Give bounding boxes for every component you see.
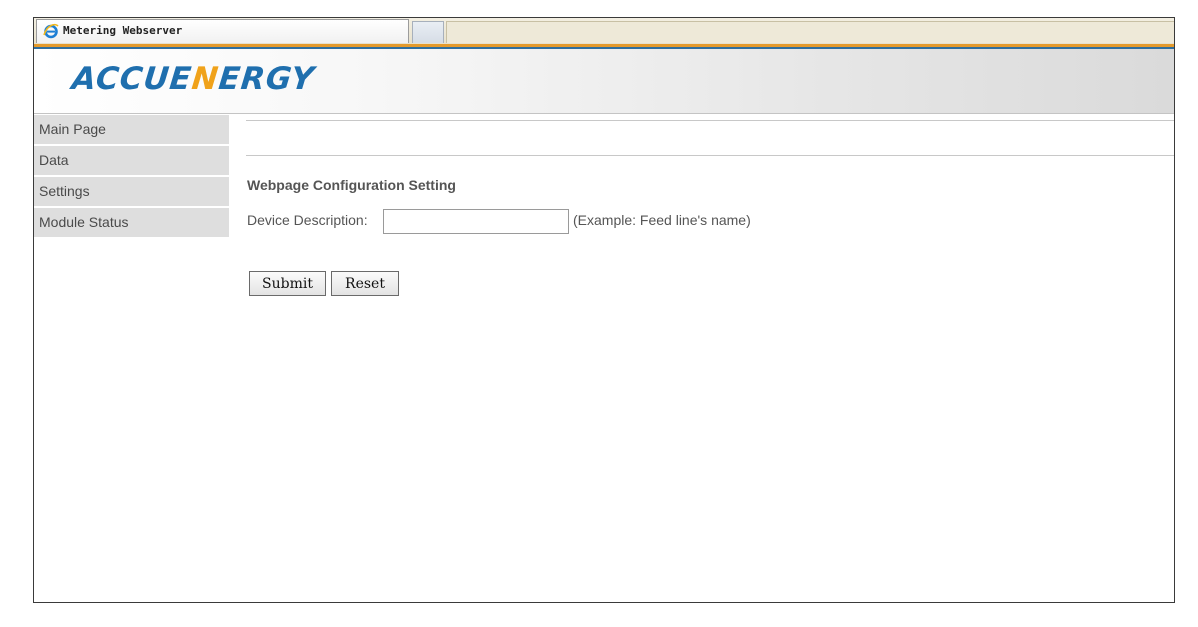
sidebar-nav: Main Page Data Settings Module Status [34,115,229,239]
sidebar-item-module-status[interactable]: Module Status [34,208,229,239]
accuenergy-logo: ACCUENERGY [70,61,316,97]
page-title: Webpage Configuration Setting [247,177,456,193]
divider-top [246,120,1174,121]
logo-text-4: ERGY [216,61,317,97]
tab-strip-empty [446,21,1174,43]
browser-tab[interactable]: Metering Webserver [36,19,409,43]
tab-title: Metering Webserver [63,24,183,37]
ie-icon [43,23,59,39]
device-description-hint: (Example: Feed line's name) [573,212,751,228]
browser-tab-strip: Metering Webserver [34,18,1174,45]
main-content: Webpage Configuration Setting Device Des… [246,115,1174,602]
submit-button[interactable]: Submit [249,271,326,296]
sidebar-item-data[interactable]: Data [34,146,229,177]
device-description-label: Device Description: [247,212,368,228]
logo-text-1: ACCU [70,61,172,97]
new-tab-button[interactable] [412,21,444,43]
sidebar-item-main-page[interactable]: Main Page [34,115,229,146]
logo-text-3: N [190,61,221,97]
header-banner: ACCUENERGY [34,49,1174,114]
device-description-input[interactable] [383,209,569,234]
sidebar-item-settings[interactable]: Settings [34,177,229,208]
divider-bottom [246,155,1174,156]
browser-window: Metering Webserver ACCUENERGY Main Page … [33,17,1175,603]
reset-button[interactable]: Reset [331,271,399,296]
